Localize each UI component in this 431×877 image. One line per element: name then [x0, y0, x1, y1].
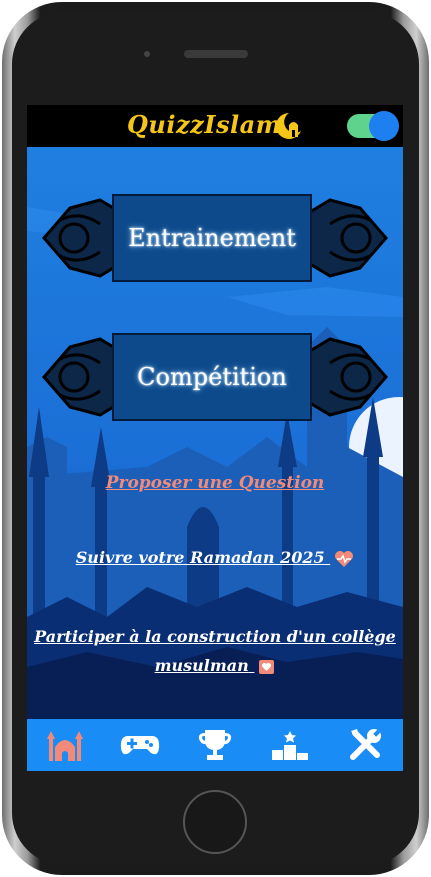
nav-ranking[interactable]	[264, 722, 316, 768]
college-link-line1: Participer à la construction d'un collèg…	[34, 627, 396, 646]
front-camera	[144, 51, 150, 57]
earpiece-speaker	[184, 50, 248, 58]
mosque-icon	[46, 731, 83, 761]
training-button[interactable]: Entrainement	[40, 190, 390, 286]
trophy-icon	[198, 730, 232, 760]
app-screen: QuizzIslam Entrainement Compétition Prop…	[27, 105, 403, 771]
top-bar: QuizzIslam	[27, 105, 403, 147]
donation-box-icon	[259, 659, 275, 674]
college-link-line2-row: musulman	[27, 651, 403, 680]
podium-icon	[272, 731, 309, 760]
propose-question-link[interactable]: Proposer une Question	[27, 473, 403, 493]
home-button[interactable]	[183, 790, 247, 854]
training-label: Entrainement	[128, 224, 296, 252]
nav-settings[interactable]	[339, 722, 391, 768]
college-link[interactable]: Participer à la construction d'un collèg…	[27, 622, 403, 680]
tools-icon	[350, 729, 382, 760]
app-title: QuizzIslam	[127, 110, 282, 139]
ramadan-link-text: Suivre votre Ramadan 2025	[75, 548, 325, 567]
college-link-line2: musulman	[154, 656, 249, 675]
mosque-crescent-icon	[276, 113, 301, 139]
competition-label: Compétition	[137, 363, 287, 391]
nav-trophy[interactable]	[189, 722, 241, 768]
nav-home[interactable]	[39, 722, 91, 768]
competition-button[interactable]: Compétition	[40, 329, 390, 425]
toggle-knob	[369, 111, 399, 141]
gamepad-icon	[120, 736, 159, 755]
nav-games[interactable]	[114, 722, 166, 768]
heartbeat-icon	[335, 550, 354, 567]
dark-mode-toggle[interactable]	[347, 111, 399, 141]
bottom-navigation	[27, 719, 403, 771]
ramadan-link[interactable]: Suivre votre Ramadan 2025	[27, 548, 403, 568]
